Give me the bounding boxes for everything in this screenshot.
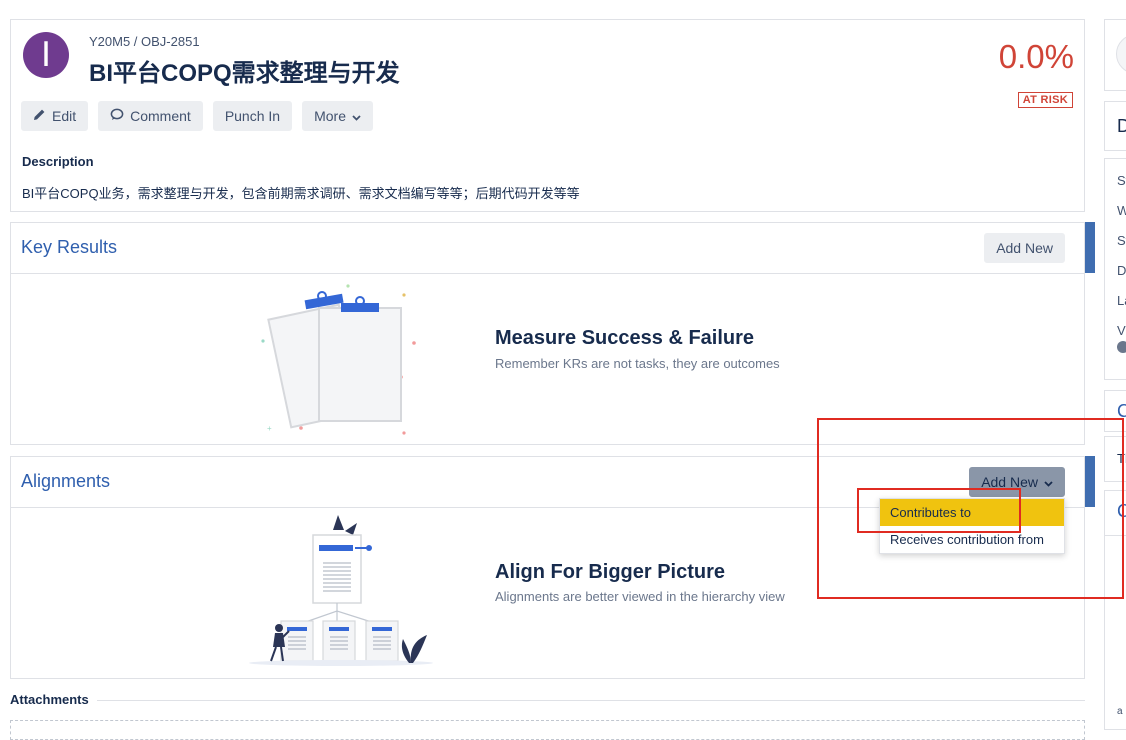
- status-badge: AT RISK: [1017, 92, 1073, 108]
- sidebar-card-c: C: [1104, 390, 1126, 432]
- menu-item-contributes-to[interactable]: Contributes to: [880, 499, 1064, 526]
- add-alignment-button[interactable]: Add New: [969, 467, 1065, 497]
- hierarchy-illustration: [249, 515, 433, 666]
- objective-avatar: I: [23, 32, 69, 78]
- attachments-dropzone[interactable]: [10, 720, 1085, 740]
- description-text: BI平台COPQ业务，需求整理与开发，包含前期需求调研、需求文档编写等等；后期代…: [22, 186, 580, 201]
- clipboard-illustration: +: [261, 284, 416, 435]
- objective-title: BI平台COPQ需求整理与开发: [89, 60, 400, 87]
- comment-icon: [110, 108, 124, 124]
- sidebar-field: La: [1117, 293, 1126, 308]
- add-key-result-button[interactable]: Add New: [984, 233, 1065, 263]
- description-label: Description: [22, 154, 94, 169]
- progress-value: 0.0%: [998, 38, 1074, 75]
- sidebar-field: D: [1117, 263, 1126, 278]
- edit-button[interactable]: Edit: [21, 101, 89, 131]
- alignments-empty-subtitle: Alignments are better viewed in the hier…: [495, 589, 785, 604]
- chevron-down-icon: [352, 108, 361, 124]
- punch-in-label: Punch In: [224, 108, 281, 124]
- breadcrumb[interactable]: Y20M5 / OBJ-2851: [89, 34, 200, 49]
- sidebar-footer-text: a: [1117, 706, 1123, 717]
- chevron-down-icon: [1044, 474, 1053, 490]
- objective-panel: I Y20M5 / OBJ-2851 BI平台COPQ需求整理与开发 0.0% …: [10, 19, 1085, 212]
- sidebar-field: St: [1117, 173, 1126, 188]
- sidebar-card-heading: C: [1117, 401, 1126, 422]
- avatar: [1116, 34, 1126, 74]
- sidebar-field: W: [1117, 203, 1126, 218]
- alignments-empty-title: Align For Bigger Picture: [495, 561, 726, 583]
- section-accent-bar: [1085, 456, 1095, 507]
- attachments-divider: [10, 700, 1085, 701]
- sidebar-card-heading: C: [1117, 501, 1126, 522]
- key-results-empty-title: Measure Success & Failure: [495, 327, 755, 349]
- punch-in-button[interactable]: Punch In: [212, 101, 293, 131]
- key-results-empty-subtitle: Remember KRs are not tasks, they are out…: [495, 356, 780, 371]
- main-content: I Y20M5 / OBJ-2851 BI平台COPQ需求整理与开发 0.0% …: [0, 0, 1100, 740]
- add-new-label: Add New: [996, 240, 1053, 256]
- alignments-title: Alignments: [21, 471, 111, 491]
- objective-toolbar: Edit Comment Punch In More: [21, 101, 373, 131]
- sidebar-card-t: Tl: [1104, 436, 1126, 482]
- pencil-icon: [33, 108, 46, 124]
- section-accent-bar: [1085, 222, 1095, 273]
- edit-label: Edit: [52, 108, 77, 124]
- key-results-header: Key Results Add New: [11, 222, 1095, 274]
- comment-label: Comment: [130, 108, 191, 124]
- comment-button[interactable]: Comment: [98, 101, 203, 131]
- sidebar-card-heading: Tl: [1117, 451, 1126, 466]
- sidebar-card-c2: C: [1104, 490, 1126, 536]
- sidebar-field: V: [1117, 323, 1126, 338]
- add-new-label: Add New: [981, 474, 1038, 490]
- attachments-title: Attachments: [10, 692, 97, 707]
- right-sidebar: D St W St D La V C Tl C a: [1104, 0, 1126, 730]
- key-results-title: Key Results: [21, 237, 118, 257]
- svg-text:+: +: [267, 424, 272, 433]
- menu-item-receives-contribution-from[interactable]: Receives contribution from: [880, 526, 1064, 553]
- sidebar-card-details: D: [1104, 101, 1126, 151]
- sidebar-card-bottom: a: [1104, 536, 1126, 730]
- more-label: More: [314, 108, 346, 124]
- key-results-section: Key Results Add New + Measure Success & …: [10, 222, 1095, 445]
- sidebar-avatar-card: [1104, 19, 1126, 91]
- add-icon[interactable]: [1117, 341, 1126, 353]
- more-button[interactable]: More: [302, 101, 373, 131]
- sidebar-field: St: [1117, 233, 1126, 248]
- sidebar-card-fields: St W St D La V: [1104, 158, 1126, 380]
- add-alignment-menu: Contributes to Receives contribution fro…: [879, 498, 1065, 554]
- sidebar-card-heading: D: [1117, 116, 1126, 137]
- alignments-section: Alignments Add New Align For Bigger Pict…: [10, 456, 1095, 679]
